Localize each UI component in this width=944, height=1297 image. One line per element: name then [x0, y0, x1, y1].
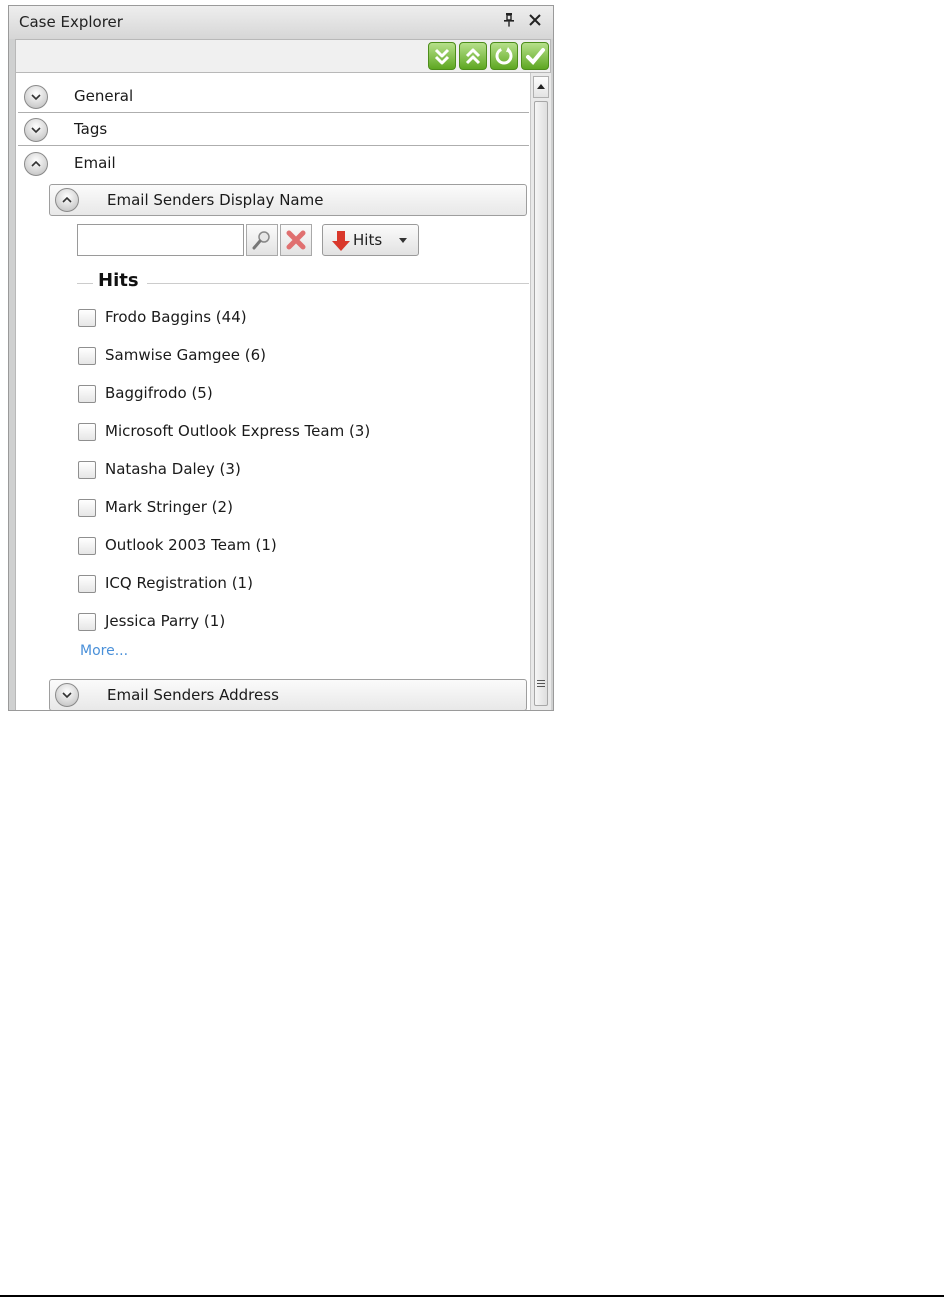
hit-label: Frodo Baggins (44) [105, 308, 247, 326]
hit-label: ICQ Registration (1) [105, 574, 253, 592]
group-divider [77, 283, 93, 284]
hit-row[interactable]: Frodo Baggins (44) [78, 308, 498, 332]
email-senders-address-header[interactable]: Email Senders Address [49, 679, 527, 710]
vertical-scrollbar[interactable] [530, 73, 551, 710]
hit-row[interactable]: Natasha Daley (3) [78, 460, 498, 484]
hit-checkbox[interactable] [78, 537, 96, 555]
pin-icon[interactable] [503, 12, 515, 31]
panel-titlebar: Case Explorer [9, 6, 553, 39]
filter-search-input[interactable] [77, 224, 244, 256]
hit-checkbox[interactable] [78, 309, 96, 327]
collapse-all-icon[interactable] [459, 42, 487, 70]
chevron-down-icon[interactable] [24, 118, 48, 142]
search-icon[interactable] [246, 224, 278, 256]
hit-label: Mark Stringer (2) [105, 498, 233, 516]
sort-descending-icon [332, 231, 350, 251]
section-label: Tags [74, 120, 108, 138]
hit-label: Jessica Parry (1) [105, 612, 226, 630]
hit-row[interactable]: Outlook 2003 Team (1) [78, 536, 498, 560]
section-label: General [74, 87, 134, 105]
section-general[interactable]: General [18, 80, 529, 113]
hit-checkbox[interactable] [78, 461, 96, 479]
hits-group-title: Hits [98, 270, 139, 291]
chevron-down-icon[interactable] [55, 683, 79, 707]
close-icon[interactable] [529, 11, 541, 31]
scroll-up-arrow-icon[interactable] [533, 76, 549, 98]
sort-by-hits-button[interactable]: Hits [322, 224, 419, 256]
hit-label: Baggifrodo (5) [105, 384, 213, 402]
apply-checkmark-icon[interactable] [521, 42, 549, 70]
clear-filter-icon[interactable] [280, 224, 312, 256]
hit-checkbox[interactable] [78, 423, 96, 441]
hit-row[interactable]: Microsoft Outlook Express Team (3) [78, 422, 498, 446]
panel-title: Case Explorer [19, 13, 123, 31]
subsection-label: Email Senders Address [107, 686, 279, 704]
explorer-content: General Tags Email Email Senders Display… [15, 73, 531, 710]
expand-all-icon[interactable] [428, 42, 456, 70]
hit-row[interactable]: Jessica Parry (1) [78, 612, 498, 636]
chevron-up-icon[interactable] [24, 152, 48, 176]
case-explorer-panel: Case Explorer General Tags Email Email S… [8, 5, 554, 711]
hit-label: Microsoft Outlook Express Team (3) [105, 422, 371, 440]
hit-label: Natasha Daley (3) [105, 460, 241, 478]
subsection-label: Email Senders Display Name [107, 191, 324, 209]
email-senders-display-name-header[interactable]: Email Senders Display Name [49, 184, 527, 216]
hit-row[interactable]: ICQ Registration (1) [78, 574, 498, 598]
hit-label: Samwise Gamgee (6) [105, 346, 266, 364]
section-label: Email [74, 154, 116, 172]
hit-checkbox[interactable] [78, 499, 96, 517]
hit-row[interactable]: Baggifrodo (5) [78, 384, 498, 408]
dropdown-caret-icon [399, 238, 407, 243]
hit-checkbox[interactable] [78, 575, 96, 593]
hit-label: Outlook 2003 Team (1) [105, 536, 277, 554]
sort-label: Hits [353, 231, 383, 249]
chevron-down-icon[interactable] [24, 85, 48, 109]
panel-toolbar [15, 39, 551, 73]
hit-checkbox[interactable] [78, 385, 96, 403]
hit-row[interactable]: Samwise Gamgee (6) [78, 346, 498, 370]
scroll-thumb[interactable] [534, 101, 548, 706]
section-email[interactable]: Email [18, 147, 529, 180]
group-divider [147, 283, 529, 284]
more-link[interactable]: More... [80, 643, 128, 659]
hit-checkbox[interactable] [78, 613, 96, 631]
chevron-up-icon[interactable] [55, 188, 79, 212]
hit-checkbox[interactable] [78, 347, 96, 365]
section-tags[interactable]: Tags [18, 113, 529, 146]
hit-row[interactable]: Mark Stringer (2) [78, 498, 498, 522]
refresh-icon[interactable] [490, 42, 518, 70]
